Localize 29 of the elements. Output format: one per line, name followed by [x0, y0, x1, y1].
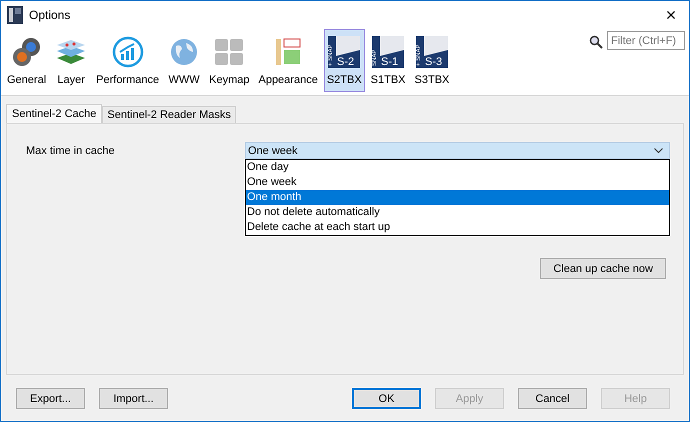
- category-tab[interactable]: Keymap: [206, 29, 252, 92]
- category-tab[interactable]: Performance: [93, 29, 162, 92]
- dropdown-option[interactable]: One month: [246, 190, 669, 205]
- field-label: Max time in cache: [26, 144, 116, 157]
- tab[interactable]: Sentinel-2 Reader Masks: [102, 106, 236, 123]
- chevron-icon: [654, 148, 663, 154]
- filter-field[interactable]: Filter (Ctrl+F): [607, 31, 685, 50]
- search-icon: [589, 35, 603, 49]
- tab[interactable]: Sentinel-2 Cache: [6, 104, 102, 123]
- category-tab[interactable]: General: [4, 29, 50, 92]
- dropdown-option[interactable]: One day: [246, 160, 669, 175]
- dropdown-option[interactable]: Do not delete automatically: [246, 205, 669, 220]
- footer-button[interactable]: Export...: [16, 388, 85, 409]
- close-button[interactable]: ×: [653, 4, 689, 26]
- gears-icon: [10, 36, 43, 68]
- category-tab[interactable]: Appearance: [255, 29, 321, 92]
- chart-icon: [112, 36, 144, 68]
- category-tab[interactable]: Layer: [52, 29, 90, 92]
- dropdown[interactable]: One week: [245, 142, 670, 159]
- window-title: Options: [29, 8, 70, 22]
- clean-up-button[interactable]: Clean up cache now: [540, 258, 666, 279]
- footer-button[interactable]: Cancel: [518, 388, 587, 409]
- dropdown-option[interactable]: One week: [246, 175, 669, 190]
- app-icon: [7, 6, 23, 24]
- keyboard-icon: [213, 36, 246, 68]
- category-tab[interactable]: WWW: [165, 29, 204, 92]
- footer-button[interactable]: OK: [352, 388, 421, 409]
- dropdown-option[interactable]: Delete cache at each start up: [246, 220, 669, 235]
- footer-button[interactable]: Import...: [99, 388, 168, 409]
